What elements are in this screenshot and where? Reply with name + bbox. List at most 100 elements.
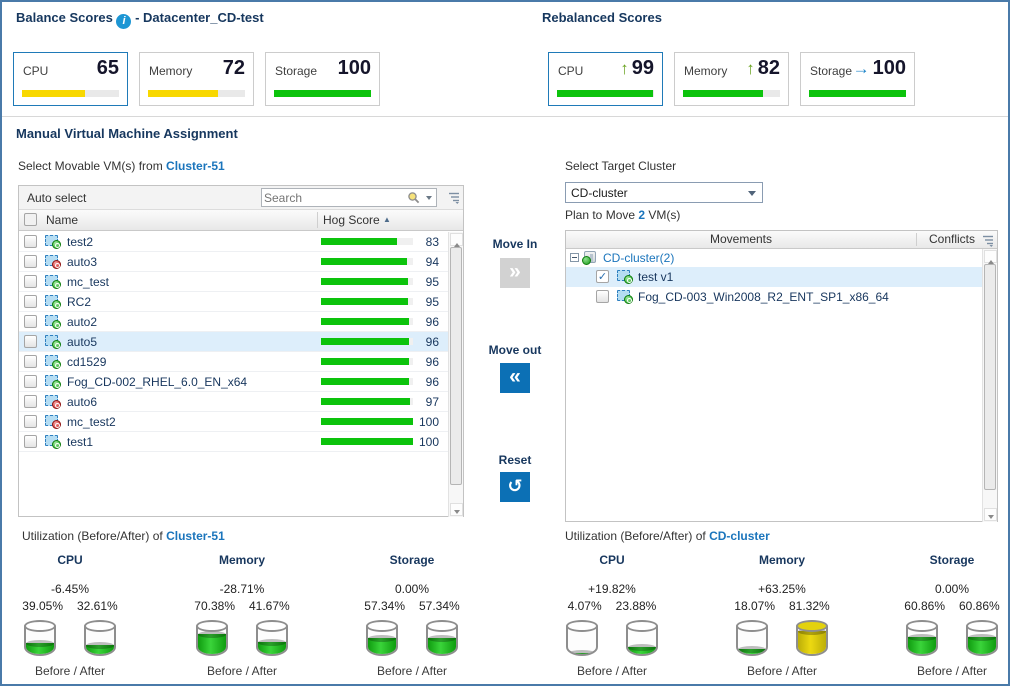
conflicts-column-header[interactable]: Conflicts: [929, 232, 975, 246]
column-separator[interactable]: [916, 233, 917, 246]
hog-score-bar: [321, 398, 413, 405]
vm-checkbox[interactable]: [24, 335, 37, 348]
movements-column-header[interactable]: Movements: [566, 232, 916, 246]
scroll-up-arrow-icon: [988, 257, 994, 264]
metric-before-after-values: 4.07%23.88%: [547, 599, 677, 613]
search-input[interactable]: [264, 190, 392, 205]
column-chooser-icon[interactable]: [981, 234, 995, 247]
utilization-cylinder: [736, 620, 768, 660]
name-column-header[interactable]: Name: [46, 213, 78, 227]
plan-vm-count: 2: [638, 208, 645, 222]
vm-checkbox[interactable]: [24, 435, 37, 448]
vm-checkbox[interactable]: [24, 235, 37, 248]
vm-checkbox[interactable]: [24, 315, 37, 328]
before-after-caption: Before / After: [717, 664, 847, 678]
vm-icon: [45, 315, 58, 326]
cluster-tree-row[interactable]: CD-cluster(2): [566, 249, 982, 267]
vm-row[interactable]: auto697: [19, 392, 449, 412]
hog-score-column-header[interactable]: Hog Score ▲: [323, 213, 391, 227]
scroll-down-button[interactable]: [984, 508, 997, 521]
scrollbar-thumb[interactable]: [450, 247, 462, 485]
scroll-down-button[interactable]: [450, 503, 463, 516]
scrollbar-thumb[interactable]: [984, 264, 996, 490]
scroll-up-button[interactable]: [984, 250, 997, 263]
hog-score-bar: [321, 238, 413, 245]
vm-row[interactable]: mc_test95: [19, 272, 449, 292]
score-card-storage[interactable]: Storage→100: [800, 52, 915, 106]
vm-row[interactable]: mc_test2100: [19, 412, 449, 432]
vm-checkbox[interactable]: [24, 355, 37, 368]
utilization-title-source: Utilization (Before/After) of Cluster-51: [22, 529, 225, 543]
dropdown-caret-icon: [748, 191, 756, 200]
target-cluster-value: CD-cluster: [571, 186, 628, 200]
score-card-memory[interactable]: Memory↑82: [674, 52, 789, 106]
score-card-cpu[interactable]: CPU↑99: [548, 52, 663, 106]
score-bar-fill: [809, 90, 906, 97]
vm-checkbox[interactable]: [24, 295, 37, 308]
vm-row[interactable]: Fog_CD-002_RHEL_6.0_EN_x6496: [19, 372, 449, 392]
move-in-button[interactable]: »: [500, 258, 530, 288]
movement-vm-row[interactable]: Fog_CD-003_Win2008_R2_ENT_SP1_x86_64: [566, 287, 982, 307]
cylinder-top: [366, 620, 398, 632]
cylinder-top: [196, 620, 228, 632]
score-card-value: 65: [97, 57, 119, 80]
vm-name: mc_test: [67, 275, 109, 289]
before-value: 4.07%: [568, 599, 602, 613]
utilization-cylinder: [84, 620, 116, 660]
hog-score-bar: [321, 258, 413, 265]
vm-row[interactable]: auto596: [19, 332, 449, 352]
vm-checkbox[interactable]: [24, 275, 37, 288]
hog-score-fill: [321, 238, 397, 245]
info-icon[interactable]: i: [116, 14, 131, 29]
vm-icon: [45, 255, 58, 266]
metric-name: CPU: [547, 553, 677, 567]
column-separator[interactable]: [317, 212, 318, 228]
target-cluster-dropdown[interactable]: CD-cluster: [565, 182, 763, 203]
after-value: 57.34%: [419, 599, 460, 613]
vm-table-scrollbar[interactable]: [448, 232, 463, 517]
vm-icon: [45, 395, 58, 406]
manual-assignment-heading: Manual Virtual Machine Assignment: [16, 126, 238, 141]
vm-checkbox[interactable]: [24, 395, 37, 408]
movements-scrollbar[interactable]: [982, 249, 997, 522]
vm-checkbox[interactable]: [24, 415, 37, 428]
cylinders: [717, 620, 847, 660]
movement-vm-checkbox[interactable]: [596, 290, 609, 303]
vm-checkbox[interactable]: [24, 375, 37, 388]
vm-row[interactable]: auto296: [19, 312, 449, 332]
score-card-cpu[interactable]: CPU65: [13, 52, 128, 106]
move-out-button[interactable]: «: [500, 363, 530, 393]
scroll-up-button[interactable]: [450, 233, 463, 246]
score-card-memory[interactable]: Memory72: [139, 52, 254, 106]
vm-row[interactable]: RC295: [19, 292, 449, 312]
utilization-cylinder: [626, 620, 658, 660]
search-icon[interactable]: [407, 191, 420, 204]
cylinder-top: [256, 620, 288, 632]
vm-name: test v1: [638, 270, 673, 284]
vm-table-header: Name Hog Score ▲: [19, 210, 463, 231]
auto-select-button[interactable]: Auto select: [27, 191, 86, 205]
cylinder-fill: [428, 638, 456, 654]
movement-vm-checkbox[interactable]: ✓: [596, 270, 609, 283]
cylinder-top: [906, 620, 938, 632]
movement-vm-row[interactable]: ✓ test v1: [566, 267, 982, 287]
score-card-storage[interactable]: Storage100: [265, 52, 380, 106]
vm-row[interactable]: auto394: [19, 252, 449, 272]
util-metric-memory: Memory-28.71%70.38%41.67%Before / After: [177, 553, 307, 678]
hog-score-fill: [321, 298, 408, 305]
vm-row[interactable]: cd152996: [19, 352, 449, 372]
collapse-icon[interactable]: [570, 253, 579, 262]
vm-icon: [45, 335, 58, 346]
reset-button[interactable]: ↺: [500, 472, 530, 502]
search-options-caret-icon[interactable]: [426, 196, 432, 203]
utilization-cylinder: [566, 620, 598, 660]
score-bar-fill: [22, 90, 85, 97]
select-all-checkbox[interactable]: [24, 213, 37, 226]
vm-row[interactable]: test283: [19, 232, 449, 252]
column-chooser-icon[interactable]: [447, 191, 461, 204]
vm-row[interactable]: test1100: [19, 432, 449, 452]
cylinder-top: [626, 620, 658, 632]
vm-checkbox[interactable]: [24, 255, 37, 268]
utilization-cylinder: [906, 620, 938, 660]
vm-power-on-icon: [52, 280, 61, 289]
